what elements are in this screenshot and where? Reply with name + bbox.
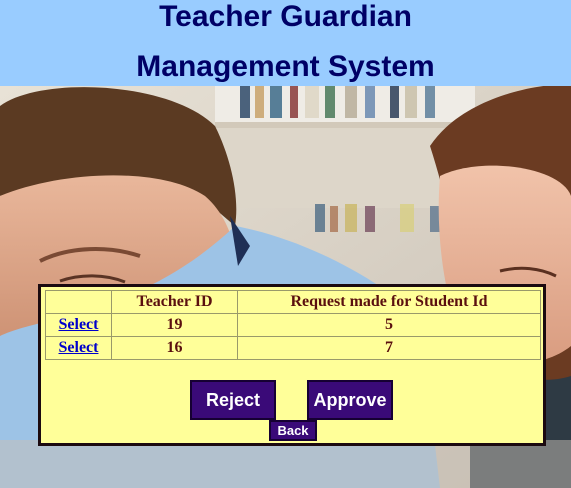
request-panel: Teacher ID Request made for Student Id S… (38, 284, 546, 446)
teacher-id-cell: 16 (111, 336, 238, 360)
back-button[interactable]: Back (269, 420, 317, 441)
select-cell: Select (45, 313, 112, 337)
teacher-id-cell: 19 (111, 313, 238, 337)
header-banner: Teacher Guardian Management System (0, 0, 571, 86)
table-row: Select 19 5 (45, 313, 541, 337)
column-header-select (45, 290, 112, 314)
approve-button[interactable]: Approve (307, 380, 393, 420)
reject-button[interactable]: Reject (190, 380, 276, 420)
app-title-line2: Management System (136, 50, 435, 83)
select-cell: Select (45, 336, 112, 360)
student-id-cell: 7 (237, 336, 541, 360)
request-table: Teacher ID Request made for Student Id S… (45, 290, 541, 360)
select-link[interactable]: Select (59, 339, 99, 356)
select-link[interactable]: Select (59, 316, 99, 333)
column-header-teacher-id: Teacher ID (111, 290, 238, 314)
app-title-line1: Teacher Guardian (159, 0, 412, 33)
table-row: Select 16 7 (45, 336, 541, 360)
column-header-student-id: Request made for Student Id (237, 290, 541, 314)
table-header-row: Teacher ID Request made for Student Id (45, 290, 541, 314)
student-id-cell: 5 (237, 313, 541, 337)
